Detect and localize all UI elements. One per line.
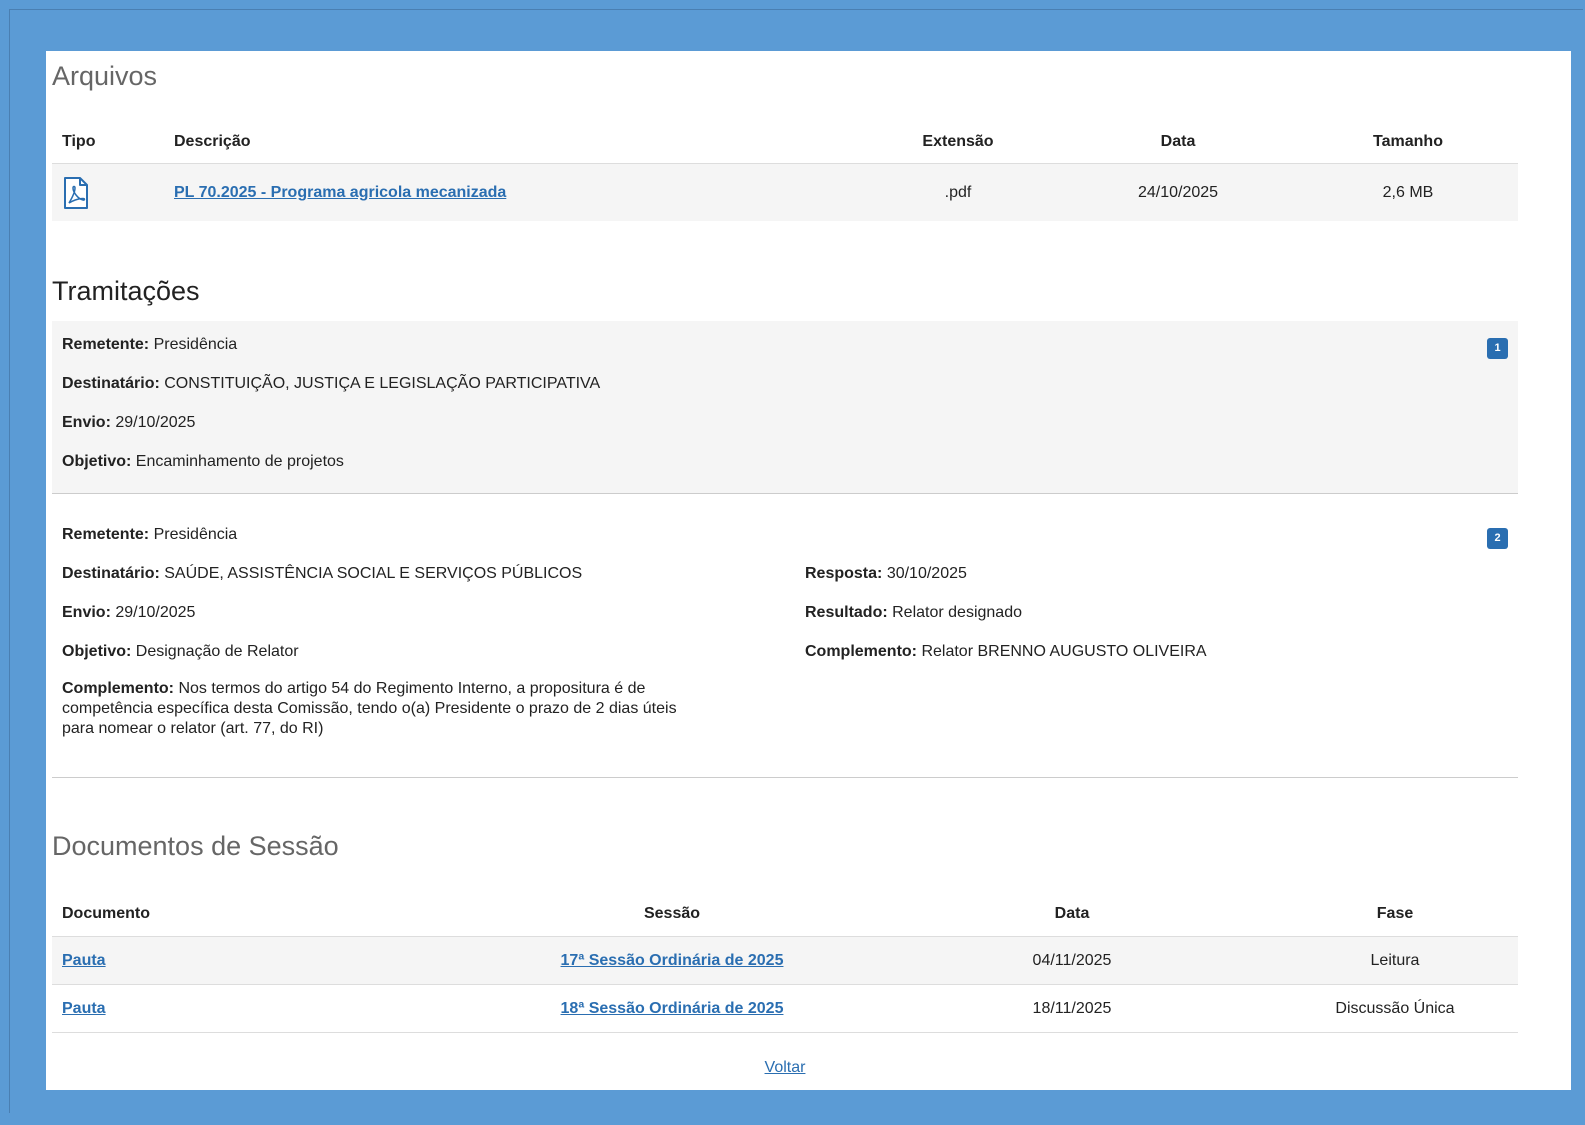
page-content: Arquivos Tipo Descrição Extensão Data Ta… xyxy=(46,51,1571,1090)
destinatario-field: Destinatário: SAÚDE, ASSISTÊNCIA SOCIAL … xyxy=(62,564,582,584)
envio-field: Envio: 29/10/2025 xyxy=(62,603,195,623)
header-fase: Fase xyxy=(1272,891,1518,937)
complemento-line-1: Nos termos do artigo 54 do Regimento Int… xyxy=(178,680,646,697)
objetivo-field: Objetivo: Encaminhamento de projetos xyxy=(62,452,344,472)
tamanho-cell: 2,6 MB xyxy=(1298,163,1518,221)
remetente-value: Presidência xyxy=(153,336,238,353)
destinatario-label: Destinatário: xyxy=(62,565,160,582)
remetente-field: Remetente: Presidência xyxy=(62,525,237,545)
fase-cell: Discussão Única xyxy=(1272,984,1518,1033)
table-row: PL 70.2025 - Programa agricola mecanizad… xyxy=(52,163,1518,221)
extensao-cell: .pdf xyxy=(858,163,1058,221)
resposta-value: 30/10/2025 xyxy=(886,565,967,582)
table-row: Pauta 18ª Sessão Ordinária de 2025 18/11… xyxy=(52,984,1518,1033)
resultado-label: Resultado: xyxy=(805,604,888,621)
documentos-header-row: Documento Sessão Data Fase xyxy=(52,891,1518,937)
table-row: Pauta 17ª Sessão Ordinária de 2025 04/11… xyxy=(52,936,1518,985)
destinatario-value: CONSTITUIÇÃO, JUSTIÇA E LEGISLAÇÃO PARTI… xyxy=(164,375,601,392)
complemento-line-3: para nomear o relator (art. 77, do RI) xyxy=(62,720,324,737)
envio-value: 29/10/2025 xyxy=(115,414,196,431)
resposta-field: Resposta: 30/10/2025 xyxy=(805,564,967,584)
tramitacao-badge: 2 xyxy=(1487,528,1508,549)
remetente-label: Remetente: xyxy=(62,336,150,353)
fase-cell: Leitura xyxy=(1272,936,1518,985)
sessao-cell: 17ª Sessão Ordinária de 2025 xyxy=(472,936,872,985)
objetivo-label: Objetivo: xyxy=(62,643,132,660)
header-documento: Documento xyxy=(52,891,472,937)
tramitacoes-title: Tramitações xyxy=(52,276,200,306)
objetivo-value: Encaminhamento de projetos xyxy=(135,453,344,470)
envio-value: 29/10/2025 xyxy=(115,604,196,621)
documento-cell: Pauta xyxy=(52,936,472,985)
remetente-label: Remetente: xyxy=(62,526,150,543)
objetivo-value: Designação de Relator xyxy=(135,643,299,660)
complemento-field: Complemento: Nos termos do artigo 54 do … xyxy=(62,679,762,739)
data-cell: 04/11/2025 xyxy=(872,936,1272,985)
header-tamanho: Tamanho xyxy=(1298,121,1518,164)
data-cell: 24/10/2025 xyxy=(1058,163,1298,221)
tramitacao-badge: 1 xyxy=(1487,338,1508,359)
sessao-link[interactable]: 17ª Sessão Ordinária de 2025 xyxy=(561,952,784,969)
documentos-table: Documento Sessão Data Fase Pauta 17ª Ses… xyxy=(52,891,1518,1033)
header-tipo: Tipo xyxy=(52,121,164,164)
remetente-value: Presidência xyxy=(153,526,238,543)
documento-cell: Pauta xyxy=(52,984,472,1033)
resultado-field: Resultado: Relator designado xyxy=(805,603,1022,623)
tramitacao-item-1: 1 Remetente: Presidência Destinatário: C… xyxy=(52,321,1518,494)
complemento-resposta-field: Complemento: Relator BRENNO AUGUSTO OLIV… xyxy=(805,642,1207,662)
arquivo-link[interactable]: PL 70.2025 - Programa agricola mecanizad… xyxy=(174,184,506,201)
complemento-resposta-value: Relator BRENNO AUGUSTO OLIVEIRA xyxy=(921,643,1207,660)
arquivos-table: Tipo Descrição Extensão Data Tamanho PL … xyxy=(52,121,1518,221)
destinatario-value: SAÚDE, ASSISTÊNCIA SOCIAL E SERVIÇOS PÚB… xyxy=(164,565,583,582)
tramitacao-item-2: 2 Remetente: Presidência Destinatário: S… xyxy=(52,495,1518,778)
remetente-field: Remetente: Presidência xyxy=(62,335,237,355)
header-extensao: Extensão xyxy=(858,121,1058,164)
resultado-value: Relator designado xyxy=(892,604,1022,621)
header-data: Data xyxy=(872,891,1272,937)
data-cell: 18/11/2025 xyxy=(872,984,1272,1033)
documento-link[interactable]: Pauta xyxy=(62,1000,106,1017)
sessao-link[interactable]: 18ª Sessão Ordinária de 2025 xyxy=(561,1000,784,1017)
tipo-cell xyxy=(52,163,164,221)
sessao-cell: 18ª Sessão Ordinária de 2025 xyxy=(472,984,872,1033)
descricao-cell: PL 70.2025 - Programa agricola mecanizad… xyxy=(164,163,858,221)
envio-field: Envio: 29/10/2025 xyxy=(62,413,195,433)
voltar-link[interactable]: Voltar xyxy=(765,1059,806,1076)
envio-label: Envio: xyxy=(62,414,111,431)
documentos-title: Documentos de Sessão xyxy=(52,831,339,861)
complemento-line-2: competência específica desta Comissão, t… xyxy=(62,700,677,717)
destinatario-label: Destinatário: xyxy=(62,375,160,392)
complemento-resposta-label: Complemento: xyxy=(805,643,917,660)
objetivo-field: Objetivo: Designação de Relator xyxy=(62,642,299,662)
arquivos-title: Arquivos xyxy=(52,61,158,91)
objetivo-label: Objetivo: xyxy=(62,453,132,470)
voltar-container: Voltar xyxy=(52,1059,1518,1077)
envio-label: Envio: xyxy=(62,604,111,621)
arquivos-header-row: Tipo Descrição Extensão Data Tamanho xyxy=(52,121,1518,164)
destinatario-field: Destinatário: CONSTITUIÇÃO, JUSTIÇA E LE… xyxy=(62,374,600,394)
header-descricao: Descrição xyxy=(164,121,858,164)
complemento-label: Complemento: xyxy=(62,680,174,697)
pdf-file-icon[interactable] xyxy=(62,176,90,210)
header-sessao: Sessão xyxy=(472,891,872,937)
header-data: Data xyxy=(1058,121,1298,164)
documento-link[interactable]: Pauta xyxy=(62,952,106,969)
resposta-label: Resposta: xyxy=(805,565,883,582)
